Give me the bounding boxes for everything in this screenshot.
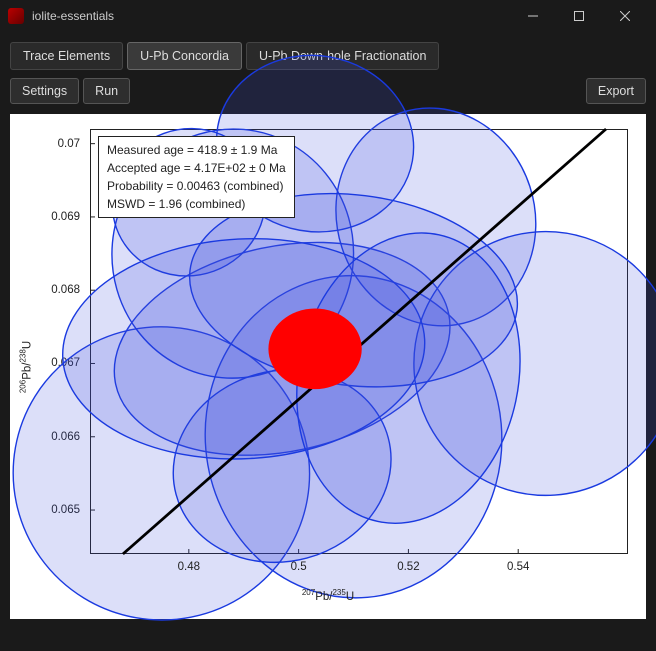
info-accepted-age: Accepted age = 4.17E+02 ± 0 Ma [107, 159, 286, 177]
x-tick-label: 0.5 [291, 561, 307, 573]
close-button[interactable] [602, 0, 648, 32]
tab-trace-elements[interactable]: Trace Elements [10, 42, 123, 70]
title-bar: iolite-essentials [0, 0, 656, 32]
content-area: Trace Elements U-Pb Concordia U-Pb Down-… [0, 32, 656, 629]
maximize-button[interactable] [556, 0, 602, 32]
x-tick-label: 0.54 [507, 561, 529, 573]
info-measured-age: Measured age = 418.9 ± 1.9 Ma [107, 141, 286, 159]
run-button[interactable]: Run [83, 78, 130, 104]
x-tick-label: 0.48 [178, 561, 200, 573]
y-tick-label: 0.069 [51, 211, 80, 223]
y-tick-label: 0.07 [58, 138, 80, 150]
settings-button[interactable]: Settings [10, 78, 79, 104]
info-mswd: MSWD = 1.96 (combined) [107, 195, 286, 213]
chart-frame: 206Pb/238U 0.0650.0660.0670.0680.0690.07… [10, 114, 646, 619]
minimize-button[interactable] [510, 0, 556, 32]
app-icon [8, 8, 24, 24]
x-axis-label: 207Pb/235U [302, 588, 354, 603]
x-axis-ticks: 0.48 0.5 0.52 0.54 [90, 561, 628, 577]
y-tick-label: 0.068 [51, 284, 80, 296]
tab-u-pb-concordia[interactable]: U-Pb Concordia [127, 42, 242, 70]
window-controls [510, 0, 648, 32]
export-button[interactable]: Export [586, 78, 646, 104]
info-probability: Probability = 0.00463 (combined) [107, 177, 286, 195]
stats-info-box: Measured age = 418.9 ± 1.9 Ma Accepted a… [98, 136, 295, 218]
x-tick-label: 0.52 [397, 561, 419, 573]
window-title: iolite-essentials [32, 9, 510, 23]
